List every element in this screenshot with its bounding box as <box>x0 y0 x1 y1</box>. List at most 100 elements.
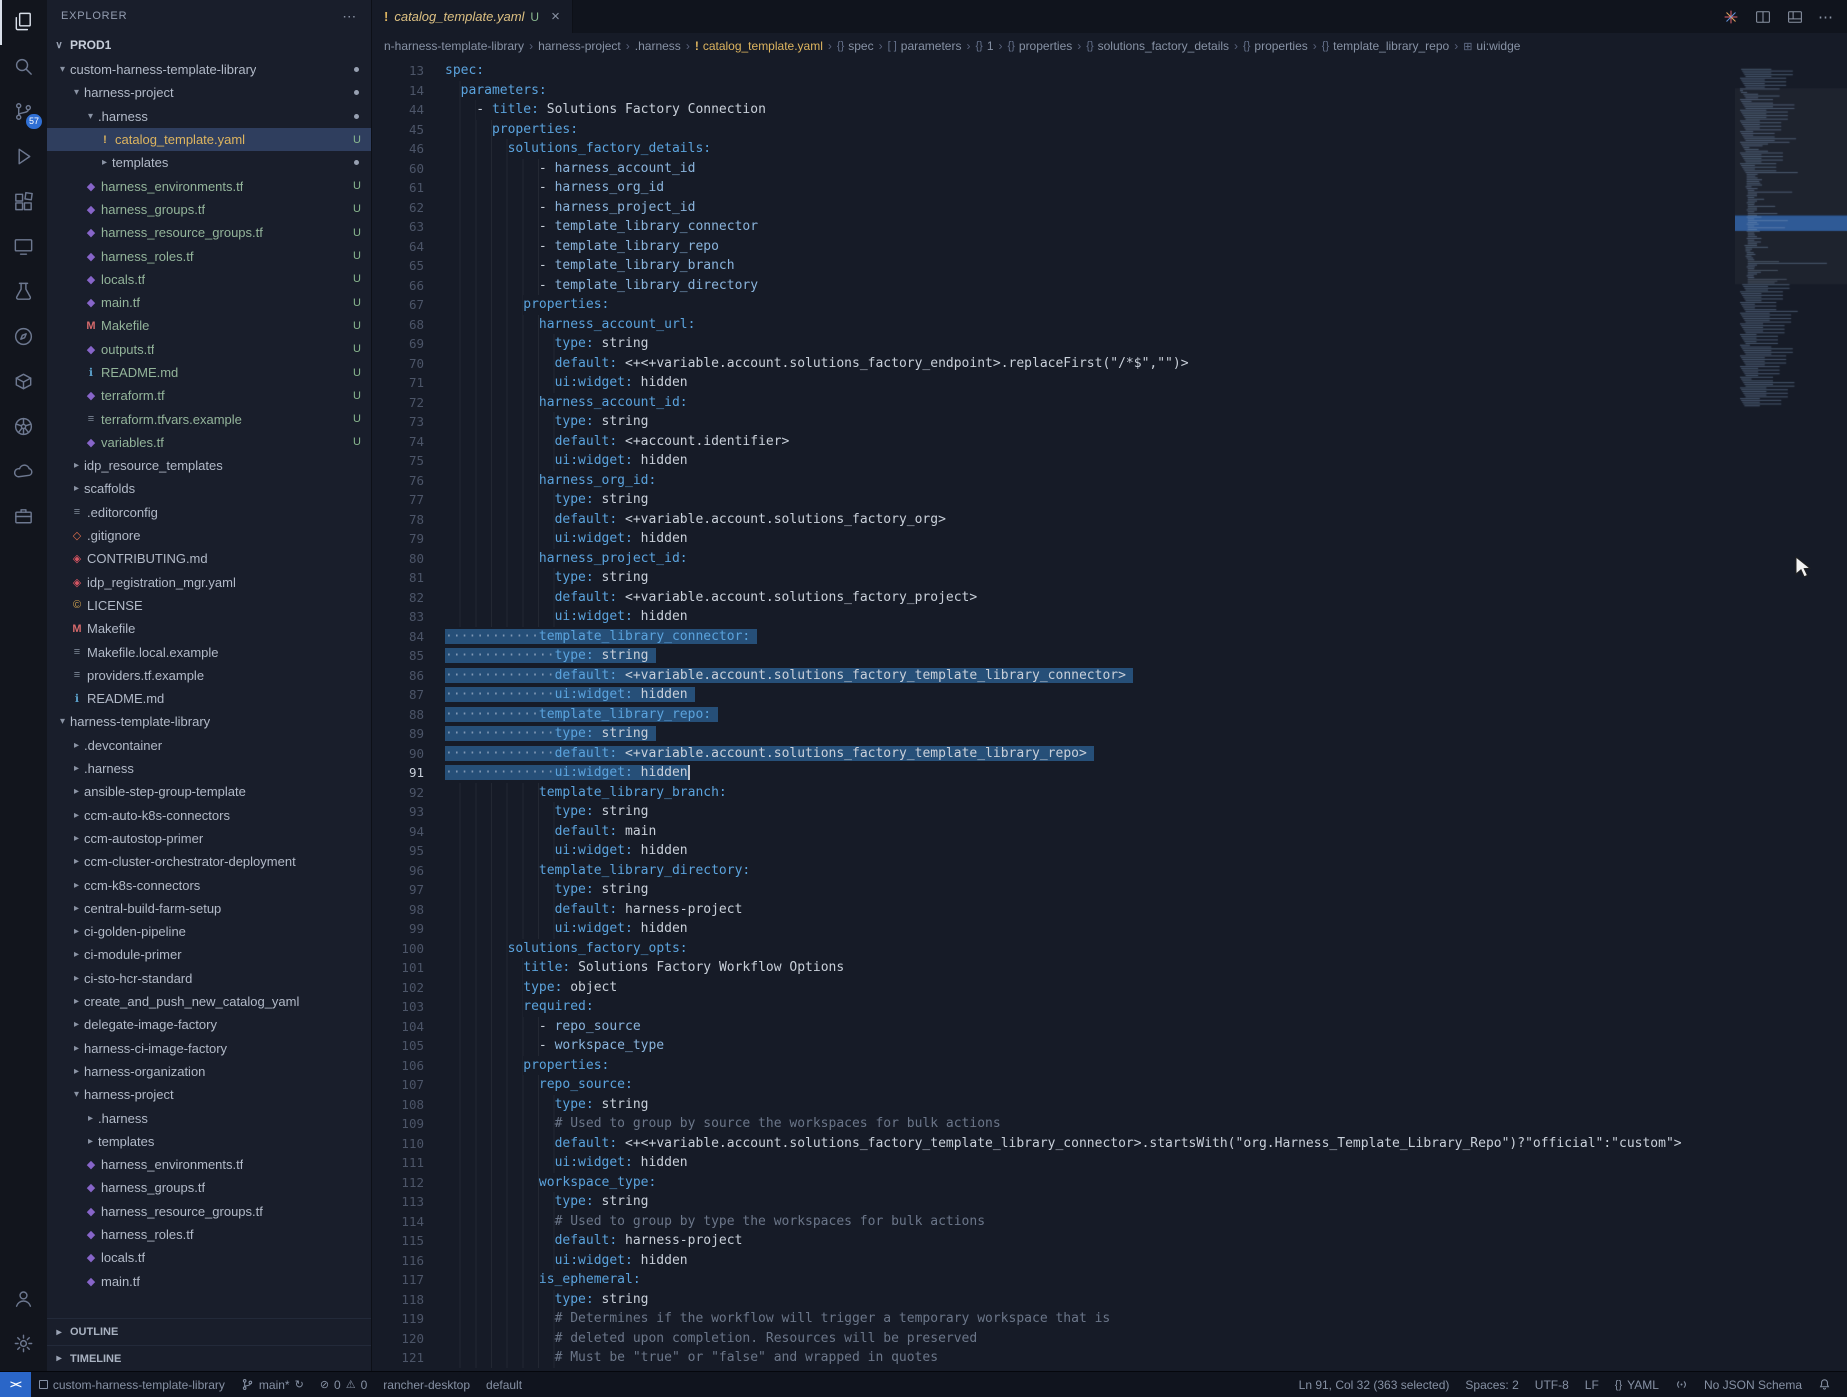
customize-layout-icon[interactable] <box>1786 8 1804 26</box>
code-line-107[interactable]: 107repo_source: <box>372 1075 1735 1095</box>
breadcrumb-item-solutions_factory_details[interactable]: {}solutions_factory_details <box>1086 39 1229 53</box>
breadcrumb-item-harness-project[interactable]: harness-project <box>538 39 621 53</box>
line-number[interactable]: 64 <box>372 237 445 257</box>
tree-file-harness_environments.tf[interactable]: ◆harness_environments.tfU <box>47 174 371 197</box>
line-number[interactable]: 93 <box>372 802 445 822</box>
tree-file-locals.tf[interactable]: ◆locals.tfU <box>47 268 371 291</box>
line-number[interactable]: 104 <box>372 1017 445 1037</box>
line-number[interactable]: 106 <box>372 1056 445 1076</box>
split-editor-icon[interactable] <box>1754 8 1772 26</box>
line-number[interactable]: 87 <box>372 685 445 705</box>
line-number[interactable]: 78 <box>372 510 445 530</box>
activity-accounts[interactable] <box>0 1277 47 1322</box>
tree-file-main.tf[interactable]: ◆main.tf <box>47 1269 371 1292</box>
tree-file-main.tf[interactable]: ◆main.tfU <box>47 291 371 314</box>
tree-file-terraform.tfvars.example[interactable]: ≡terraform.tfvars.exampleU <box>47 407 371 430</box>
tree-file-locals.tf[interactable]: ◆locals.tf <box>47 1246 371 1269</box>
tree-folder-ccm-k8s-connectors[interactable]: ▸ccm-k8s-connectors <box>47 873 371 896</box>
line-number[interactable]: 86 <box>372 666 445 686</box>
code-line-72[interactable]: 72harness_account_id: <box>372 393 1735 413</box>
tree-file-harness_resource_groups.tf[interactable]: ◆harness_resource_groups.tfU <box>47 221 371 244</box>
line-number[interactable]: 116 <box>372 1251 445 1271</box>
status-context[interactable]: rancher-desktop <box>375 1372 478 1397</box>
status-branch[interactable]: main* ↻ <box>233 1372 312 1397</box>
code-line-67[interactable]: 67properties: <box>372 295 1735 315</box>
code-line-71[interactable]: 71ui:widget: hidden <box>372 373 1735 393</box>
activity-source-control[interactable]: 57 <box>0 90 47 135</box>
tree-folder-central-build-farm-setup[interactable]: ▸central-build-farm-setup <box>47 897 371 920</box>
code-line-65[interactable]: 65- template_library_branch <box>372 256 1735 276</box>
status-schema[interactable]: No JSON Schema <box>1696 1372 1810 1397</box>
code-line-79[interactable]: 79ui:widget: hidden <box>372 529 1735 549</box>
tree-file-harness_groups.tf[interactable]: ◆harness_groups.tfU <box>47 198 371 221</box>
line-number[interactable]: 97 <box>372 880 445 900</box>
workspace-section-header[interactable]: ∨ PROD1 <box>47 32 371 58</box>
tree-file-providers.tf.example[interactable]: ≡providers.tf.example <box>47 664 371 687</box>
code-line-82[interactable]: 82default: <+variable.account.solutions_… <box>372 588 1735 608</box>
code-line-92[interactable]: 92template_library_branch: <box>372 783 1735 803</box>
code-line-46[interactable]: 46solutions_factory_details: <box>372 139 1735 159</box>
code-line-121[interactable]: 121# Must be "true" or "false" and wrapp… <box>372 1348 1735 1368</box>
line-number[interactable]: 81 <box>372 568 445 588</box>
line-number[interactable]: 75 <box>372 451 445 471</box>
status-problems[interactable]: ⊘ 0 ⚠ 0 <box>312 1372 375 1397</box>
line-number[interactable]: 112 <box>372 1173 445 1193</box>
tree-folder-idp_resource_templates[interactable]: ▸idp_resource_templates <box>47 454 371 477</box>
tree-file-LICENSE[interactable]: ©LICENSE <box>47 594 371 617</box>
code-line-96[interactable]: 96template_library_directory: <box>372 861 1735 881</box>
tree-folder-.harness[interactable]: ▸.harness <box>47 1106 371 1129</box>
code-line-64[interactable]: 64- template_library_repo <box>372 237 1735 257</box>
activity-remote-explorer[interactable] <box>0 225 47 270</box>
line-number[interactable]: 119 <box>372 1309 445 1329</box>
line-number[interactable]: 84 <box>372 627 445 647</box>
tree-file-README.md[interactable]: ℹREADME.mdU <box>47 361 371 384</box>
breadcrumb-item-1[interactable]: {}1 <box>975 39 993 53</box>
code-line-68[interactable]: 68harness_account_url: <box>372 315 1735 335</box>
activity-dev-containers[interactable] <box>0 495 47 540</box>
line-number[interactable]: 45 <box>372 120 445 140</box>
code-line-76[interactable]: 76harness_org_id: <box>372 471 1735 491</box>
code-line-113[interactable]: 113type: string <box>372 1192 1735 1212</box>
code-line-114[interactable]: 114# Used to group by type the workspace… <box>372 1212 1735 1232</box>
line-number[interactable]: 110 <box>372 1134 445 1154</box>
outline-section-header[interactable]: ▸ OUTLINE <box>47 1319 371 1345</box>
code-line-105[interactable]: 105- workspace_type <box>372 1036 1735 1056</box>
code-line-101[interactable]: 101title: Solutions Factory Workflow Opt… <box>372 958 1735 978</box>
code-line-75[interactable]: 75ui:widget: hidden <box>372 451 1735 471</box>
tree-folder-ansible-step-group-template[interactable]: ▸ansible-step-group-template <box>47 780 371 803</box>
line-number[interactable]: 82 <box>372 588 445 608</box>
code-line-103[interactable]: 103required: <box>372 997 1735 1017</box>
line-number[interactable]: 108 <box>372 1095 445 1115</box>
activity-kubernetes[interactable] <box>0 405 47 450</box>
code-line-61[interactable]: 61- harness_org_id <box>372 178 1735 198</box>
activity-docker[interactable] <box>0 360 47 405</box>
code-line-97[interactable]: 97type: string <box>372 880 1735 900</box>
tree-file-outputs.tf[interactable]: ◆outputs.tfU <box>47 338 371 361</box>
line-number[interactable]: 71 <box>372 373 445 393</box>
minimap-canvas[interactable] <box>1735 59 1847 1370</box>
line-number[interactable]: 68 <box>372 315 445 335</box>
code-line-86[interactable]: 86··············default: <+variable.acco… <box>372 666 1735 686</box>
tree-file-Makefile.local.example[interactable]: ≡Makefile.local.example <box>47 640 371 663</box>
code-line-74[interactable]: 74default: <+account.identifier> <box>372 432 1735 452</box>
breadcrumb-item-properties[interactable]: {}properties <box>1243 39 1308 53</box>
status-cursor-position[interactable]: Ln 91, Col 32 (363 selected) <box>1291 1372 1458 1397</box>
tree-file-harness_resource_groups.tf[interactable]: ◆harness_resource_groups.tf <box>47 1200 371 1223</box>
activity-explorer[interactable] <box>0 0 47 45</box>
tree-file-idp_registration_mgr.yaml[interactable]: ◈idp_registration_mgr.yaml <box>47 571 371 594</box>
tab-catalog-template-yaml[interactable]: ! catalog_template.yaml U × <box>372 0 573 33</box>
tree-file-CONTRIBUTING.md[interactable]: ◈CONTRIBUTING.md <box>47 547 371 570</box>
line-number[interactable]: 77 <box>372 490 445 510</box>
tree-folder-delegate-image-factory[interactable]: ▸delegate-image-factory <box>47 1013 371 1036</box>
code-line-116[interactable]: 116ui:widget: hidden <box>372 1251 1735 1271</box>
code-line-104[interactable]: 104- repo_source <box>372 1017 1735 1037</box>
tree-folder-.harness[interactable]: ▾.harness <box>47 105 371 128</box>
tree-folder-ccm-cluster-orchestrator-deployment[interactable]: ▸ccm-cluster-orchestrator-deployment <box>47 850 371 873</box>
activity-extensions[interactable] <box>0 180 47 225</box>
tree-file-harness_groups.tf[interactable]: ◆harness_groups.tf <box>47 1176 371 1199</box>
code-line-66[interactable]: 66- template_library_directory <box>372 276 1735 296</box>
status-notifications[interactable] <box>1810 1372 1839 1397</box>
code-line-70[interactable]: 70default: <+<+variable.account.solution… <box>372 354 1735 374</box>
tree-folder-ci-sto-hcr-standard[interactable]: ▸ci-sto-hcr-standard <box>47 967 371 990</box>
code-line-118[interactable]: 118type: string <box>372 1290 1735 1310</box>
